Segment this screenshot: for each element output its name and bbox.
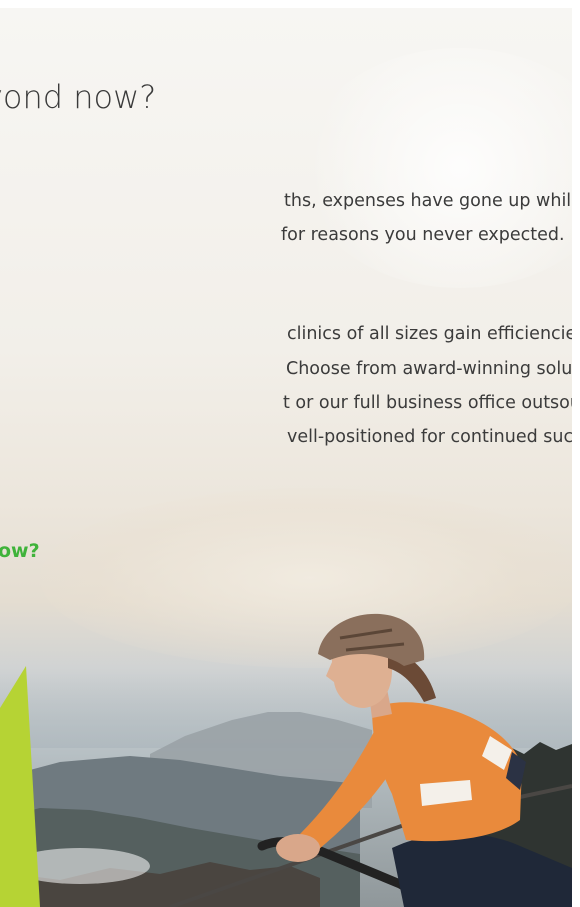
page-frame: u got beyond now? ths, expenses have gon…	[0, 0, 580, 907]
cyclist-jersey	[372, 702, 522, 842]
cyclist-scene	[0, 613, 572, 907]
cyclist-hands	[276, 834, 320, 862]
hero-section: u got beyond now? ths, expenses have gon…	[0, 8, 572, 907]
